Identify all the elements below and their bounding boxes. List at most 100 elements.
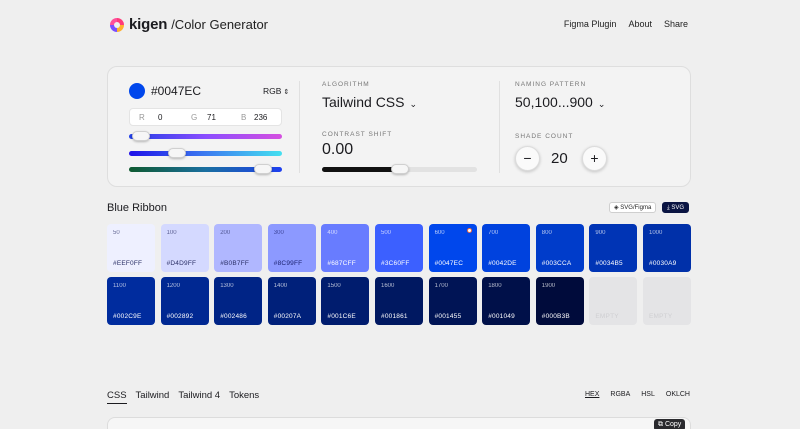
swatch-hex-label: #001C6E [327,313,356,320]
format-hsl[interactable]: HSL [641,391,655,398]
palette-swatch[interactable]: 400 #687CFF [321,224,370,272]
swatch-hex-label: #D4D9FF [166,260,197,267]
nav-about[interactable]: About [628,19,652,29]
palette-swatch[interactable]: 1900 #000B3B [535,277,584,325]
naming-pattern-value: 50,100...900 [515,94,593,110]
brand-logo[interactable]: kigen /Color Generator [110,16,268,33]
copy-icon: ⧉ [658,421,663,428]
palette-swatch[interactable]: 700 #0042DE [482,224,531,272]
header: kigen /Color Generator Figma Plugin Abou… [0,0,800,48]
export-svg-button[interactable]: ⤓ SVG [662,202,689,213]
controls-card: #0047EC RGB ⇕ R 0 G 71 B 236 ALGORITHM Ta… [107,66,691,187]
palette-swatch[interactable]: 1100 #002C9E [107,277,155,325]
format-oklch[interactable]: OKLCH [666,391,690,398]
tab-css[interactable]: CSS [107,390,127,404]
r-input[interactable]: 0 [158,113,162,122]
contrast-value: 0.00 [322,141,354,158]
swatch-shade-label: 1500 [327,283,341,289]
swatch-shade-label: 1300 [220,283,234,289]
palette-swatch[interactable]: 300 #8C99FF [267,224,316,272]
swatch-shade-label: 1600 [381,283,395,289]
copy-label: Copy [664,421,682,428]
palette-swatch[interactable]: 1800 #001049 [482,277,531,325]
blue-slider-handle[interactable] [254,164,272,174]
updown-icon: ⇕ [283,89,290,96]
swatch-hex-label: #001049 [488,313,515,320]
swatch-hex-label: #003CCA [541,260,572,267]
swatch-shade-label: 50 [113,230,120,236]
plus-icon: + [590,150,599,166]
swatch-hex-label: #8C99FF [273,260,303,267]
swatch-hex-label: #687CFF [327,260,356,267]
color-mode-label: RGB [263,86,282,96]
shade-count-value: 20 [551,150,568,167]
palette-swatch[interactable]: 100 #D4D9FF [160,224,209,272]
swatch-shade-label: 200 [220,230,231,236]
copy-button[interactable]: ⧉ Copy [654,419,686,429]
nav-share[interactable]: Share [664,19,688,29]
swatch-hex-label: #3C60FF [381,260,410,267]
tab-tailwind-4[interactable]: Tailwind 4 [178,390,220,404]
palette-swatch[interactable]: 600 #0047EC [428,224,477,272]
swatch-shade-label: 1900 [541,283,556,289]
palette-swatch[interactable]: 50 #EEF0FF [107,224,155,272]
minus-icon: − [523,150,532,166]
swatch-hex-label: #0047EC [434,260,464,267]
logo-icon [110,17,124,32]
swatch-hex-label: #B0B7FF [220,260,250,267]
color-mode-select[interactable]: RGB ⇕ [263,86,289,96]
format-hex[interactable]: HEX [585,391,599,398]
swatch-shade-label: 800 [541,230,552,236]
red-slider-handle[interactable] [132,131,150,141]
active-swatch-indicator [466,228,472,233]
export-svg-figma-button[interactable]: ◈ SVG/Figma [609,202,657,213]
algorithm-select[interactable]: Tailwind CSS ⌄ [322,94,417,110]
chevron-down-icon: ⌄ [409,99,418,109]
chevron-down-icon: ⌄ [597,99,606,109]
palette-swatch[interactable]: 1300 #002486 [214,277,263,325]
export-svg-label: SVG [671,205,684,211]
palette-swatch[interactable]: 1700 #001455 [428,277,477,325]
palette-swatch[interactable]: 1000 #0030A9 [643,224,691,272]
shade-increment-button[interactable]: + [582,146,607,171]
palette-swatch[interactable]: 900 #0034B5 [589,224,638,272]
swatch-shade-label: 1400 [273,283,288,289]
b-label: B [241,113,247,122]
palette-swatch[interactable]: 1600 #001861 [375,277,423,325]
swatch-hex-label: #002C9E [113,313,142,320]
swatch-hex-label: #002892 [166,313,194,320]
brand-name: kigen [129,16,168,33]
palette-swatch[interactable]: 1400 #00207A [267,277,316,325]
swatch-hex-label: EMPTY [595,313,619,320]
swatch-hex-label: #0030A9 [649,260,677,267]
swatch-shade-label: 1200 [166,283,180,289]
naming-pattern-select[interactable]: 50,100...900 ⌄ [515,94,605,110]
format-rgba[interactable]: RGBA [610,391,630,398]
contrast-slider-handle[interactable] [390,164,409,174]
b-input[interactable]: 236 [254,113,267,122]
download-icon: ⤓ [667,205,670,211]
swatch-shade-label: 300 [273,230,284,236]
palette-swatch[interactable]: 1200 #002892 [160,277,209,325]
green-slider[interactable] [129,151,282,156]
palette-swatch[interactable]: 1500 #001C6E [321,277,370,325]
palette-swatch[interactable]: 800 #003CCA [535,224,584,272]
palette-swatch[interactable]: 200 #B0B7FF [214,224,263,272]
divider [499,81,500,173]
rgb-inputs: R 0 G 71 B 236 [129,108,282,126]
nav-figma-plugin[interactable]: Figma Plugin [564,19,617,29]
swatch-shade-label: 100 [166,230,177,236]
red-slider[interactable] [129,134,282,139]
swatch-hex-label: #001455 [434,313,462,320]
g-input[interactable]: 71 [207,113,216,122]
naming-pattern-label: NAMING PATTERN [515,81,587,88]
swatch-shade-label: 600 [434,230,445,236]
palette-swatch[interactable]: 500 #3C60FF [375,224,423,272]
tab-tokens[interactable]: Tokens [229,390,259,404]
top-nav: Figma Plugin About Share [564,19,688,29]
base-color-swatch[interactable] [129,83,145,99]
hex-input[interactable]: #0047EC [151,84,201,98]
green-slider-handle[interactable] [168,148,186,158]
tab-tailwind[interactable]: Tailwind [136,390,170,404]
shade-decrement-button[interactable]: − [515,146,540,171]
